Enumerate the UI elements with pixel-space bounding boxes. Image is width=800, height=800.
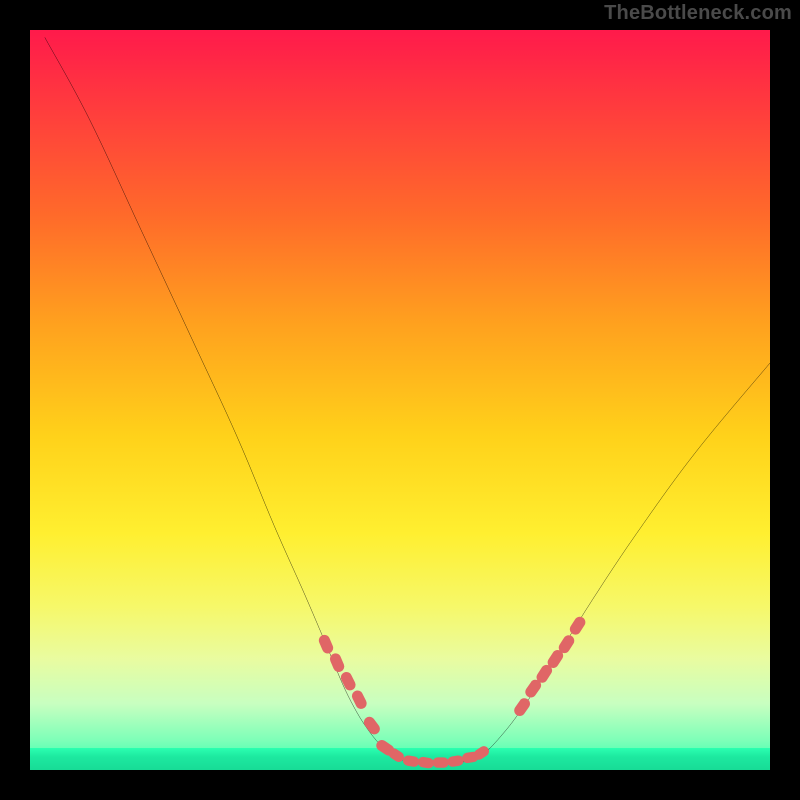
curve-marker <box>447 755 465 768</box>
watermark-text: TheBottleneck.com <box>604 2 792 25</box>
marker-group <box>317 615 587 769</box>
chart-frame: TheBottleneck.com <box>0 0 800 800</box>
curve-marker <box>512 696 532 718</box>
bottleneck-curve <box>45 37 770 763</box>
curve-marker <box>362 715 382 737</box>
curve-marker <box>350 689 369 711</box>
bottleneck-curve-svg <box>30 30 770 770</box>
curve-marker <box>568 615 588 637</box>
curve-marker <box>317 633 335 655</box>
curve-marker <box>339 670 358 692</box>
curve-marker <box>402 755 420 768</box>
curve-marker <box>328 652 346 674</box>
curve-marker <box>417 756 435 769</box>
curve-marker <box>433 757 449 767</box>
plot-area <box>30 30 770 770</box>
